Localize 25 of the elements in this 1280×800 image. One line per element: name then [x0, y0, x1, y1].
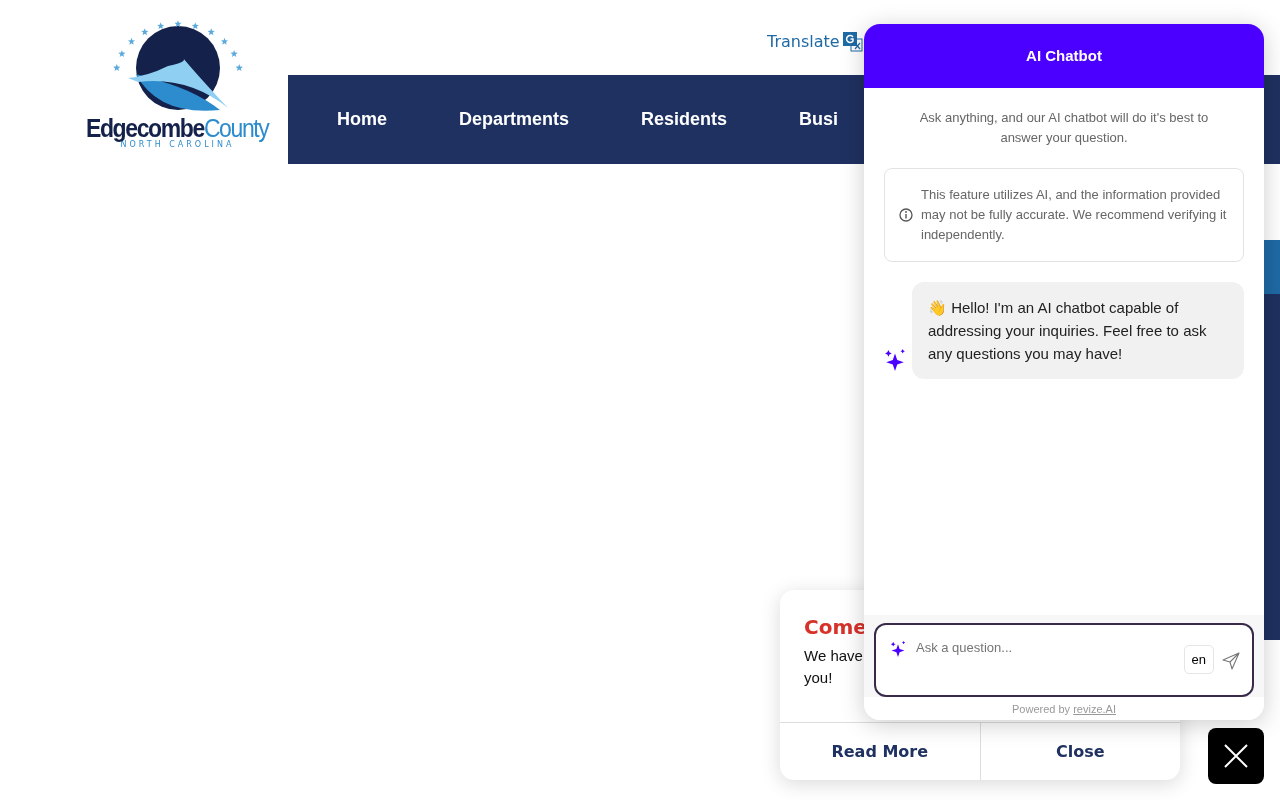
info-icon [899, 208, 913, 222]
powered-by-text: Powered by revize.AI [864, 696, 1264, 720]
language-button[interactable]: en [1183, 644, 1214, 674]
question-input[interactable]: Ask a question... en [874, 622, 1254, 697]
sparkle-icon [890, 640, 906, 657]
close-button[interactable] [1208, 728, 1264, 784]
sparkle-icon [884, 349, 906, 371]
nav-link[interactable]: Home [337, 106, 387, 133]
chatbot-intro: Ask anything, and our AI chatbot will do it's best to answer your question. [918, 109, 1210, 147]
nav-link[interactable]: Residents [641, 106, 728, 133]
chat-message: 👋 Hello! I'm an AI chatbot capable of addressing your inquiries. Feel free to ask any questions you may have! [912, 282, 1244, 379]
popup-button[interactable]: Close [979, 723, 1180, 780]
notification-text: We have [804, 646, 863, 666]
notification-title: Come [804, 614, 867, 641]
close-icon [1223, 743, 1249, 769]
translate-link[interactable]: Translate [767, 30, 863, 54]
nav-link[interactable]: Departments [459, 106, 570, 133]
county-name-logo: EdgecombeCounty [86, 116, 269, 141]
chatbot-title: AI Chatbot [864, 24, 1264, 88]
nav-link[interactable]: Busi [799, 106, 839, 133]
county-subtitle: NORTH CAROLINA [120, 141, 235, 149]
popup-button[interactable]: Read More [780, 723, 980, 780]
translate-icon [842, 32, 863, 52]
notification-text: you! [804, 668, 834, 688]
ai-notice-text: This feature utilizes AI, and the information provided may not be fully accurate. We recommend verifying it independently. [921, 186, 1228, 244]
